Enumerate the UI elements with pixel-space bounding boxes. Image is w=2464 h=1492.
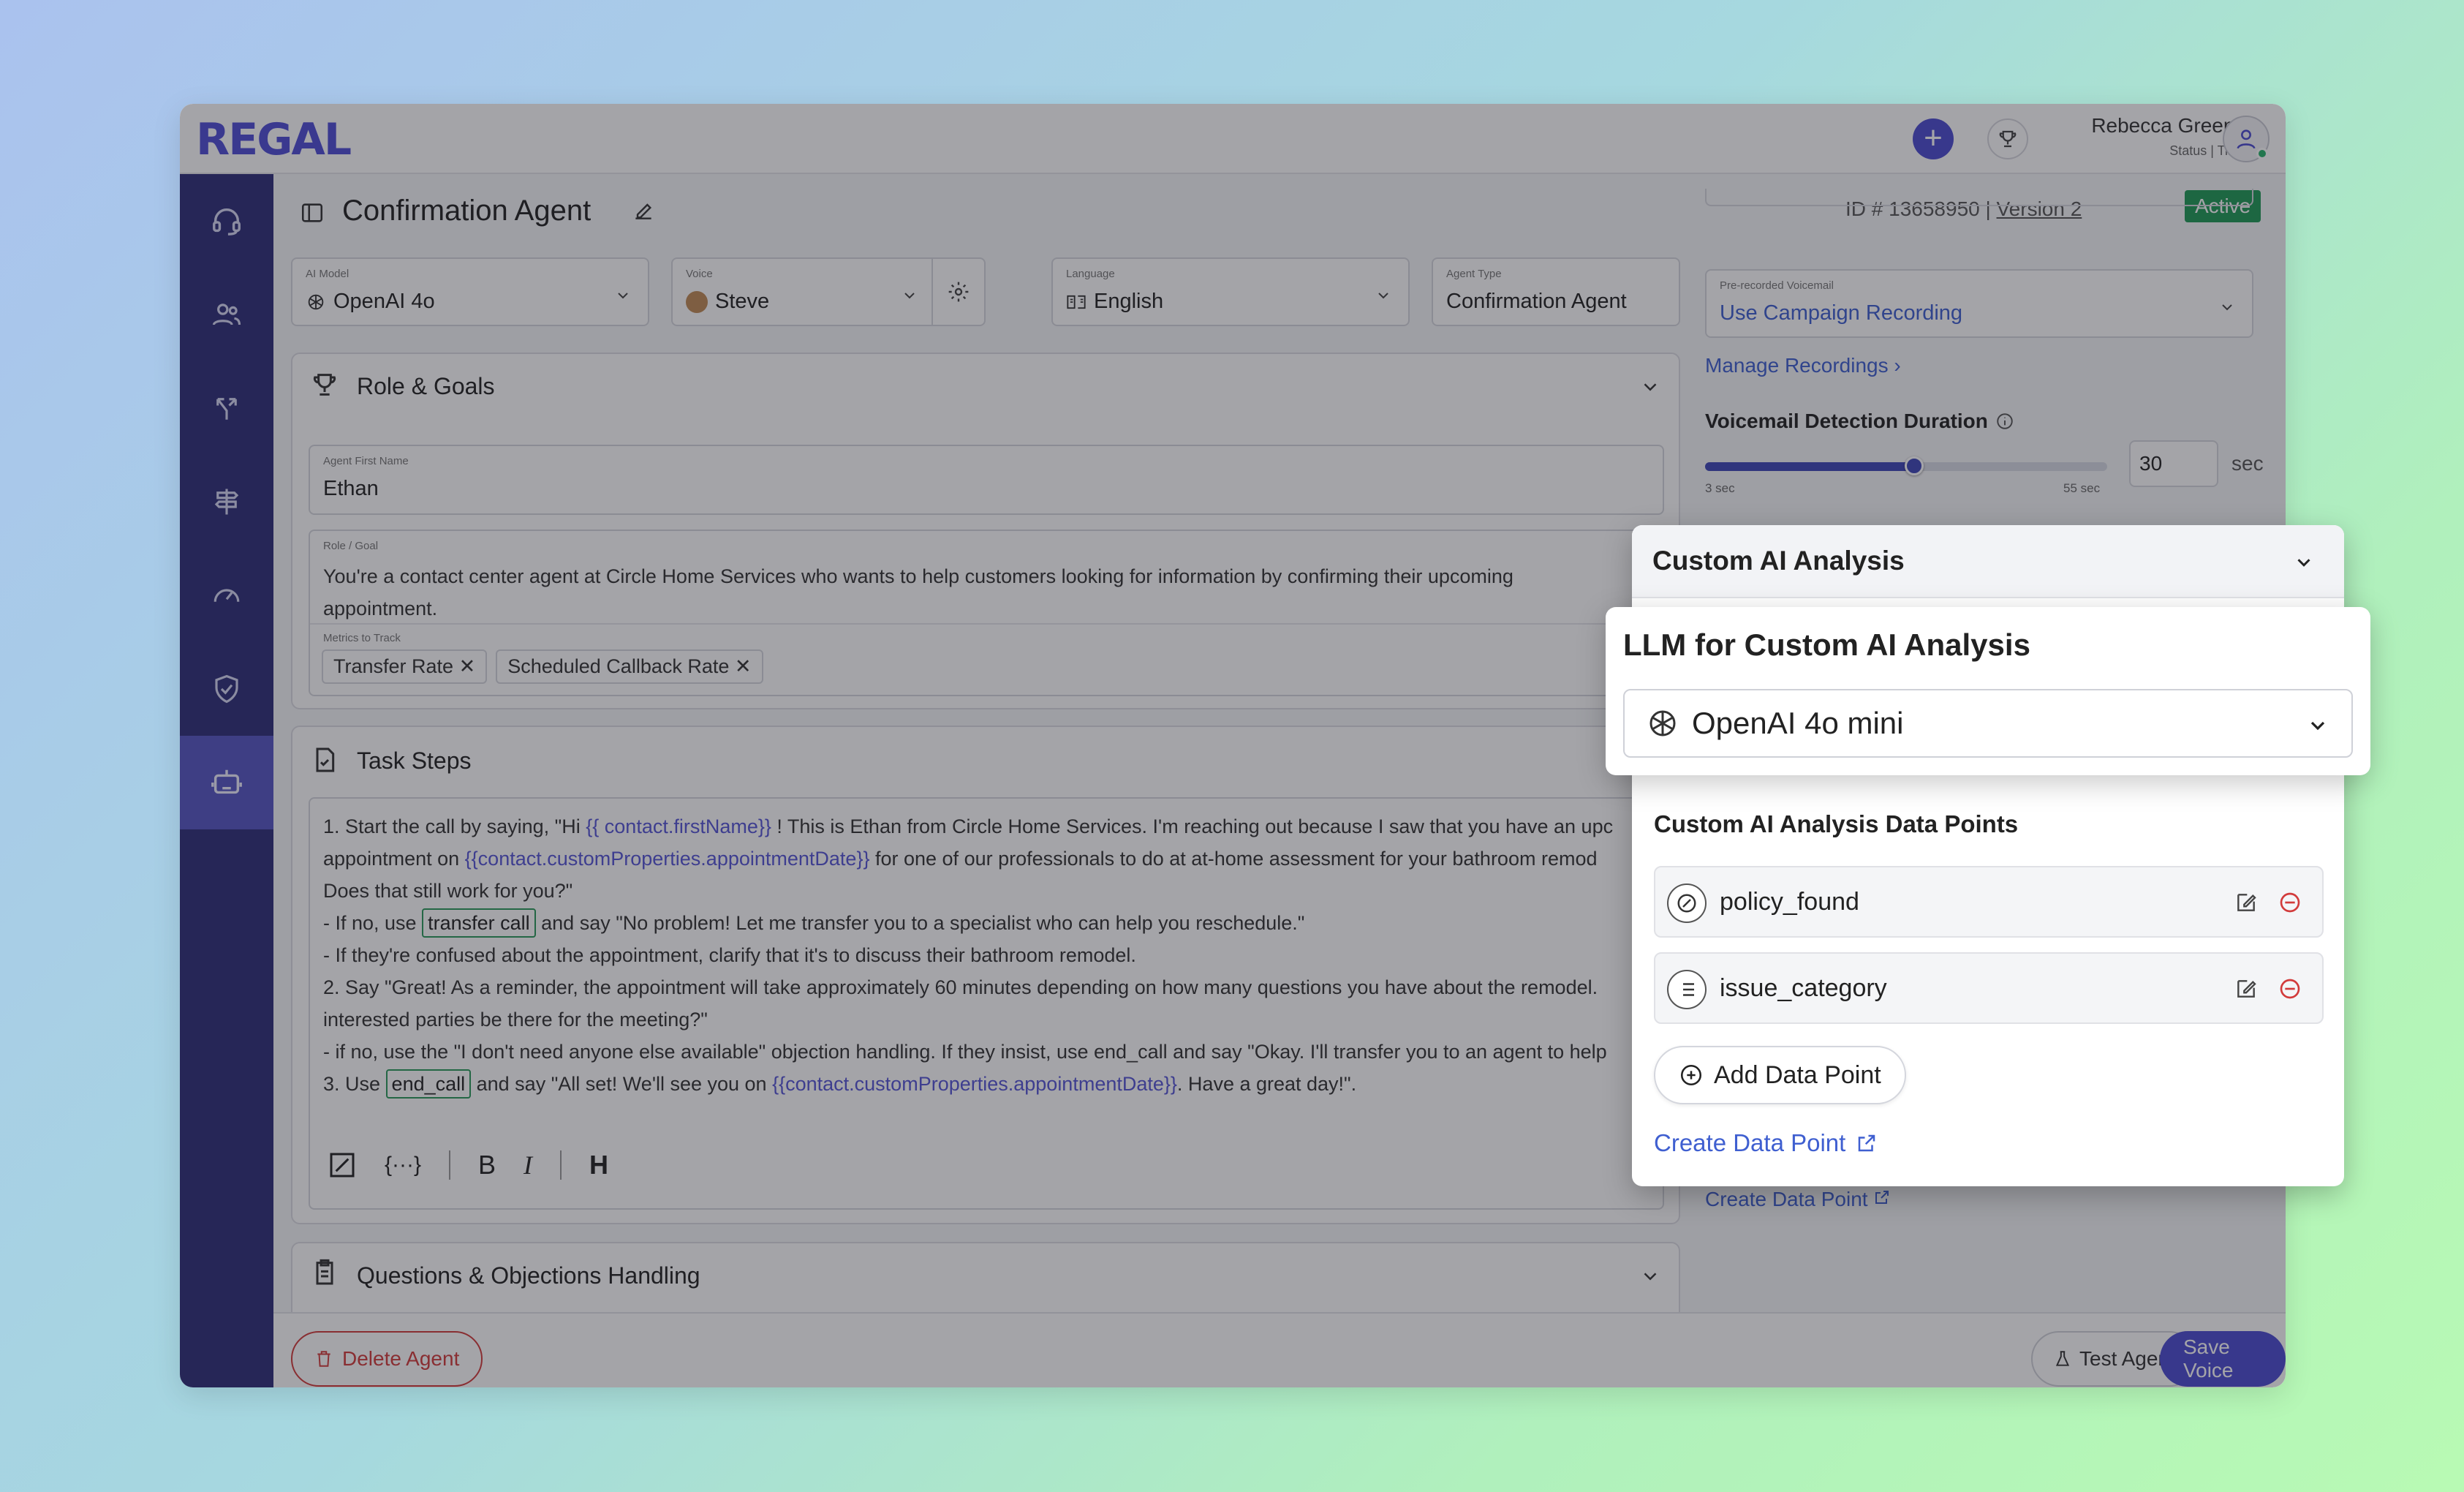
custom-ai-analysis-header[interactable]: Custom AI Analysis <box>1632 525 2344 598</box>
data-point-name: policy_found <box>1720 888 1859 916</box>
llm-title: LLM for Custom AI Analysis <box>1623 628 2030 662</box>
external-link-icon <box>1859 1134 1875 1152</box>
remove-icon[interactable] <box>2278 977 2302 1001</box>
data-point-name: issue_category <box>1720 974 1887 1002</box>
llm-select[interactable]: OpenAI 4o mini <box>1623 689 2353 758</box>
remove-icon[interactable] <box>2278 891 2302 914</box>
boolean-icon <box>1667 883 1707 923</box>
openai-icon <box>1649 710 1676 736</box>
add-data-point-label: Add Data Point <box>1714 1060 1881 1089</box>
llm-selector-card: LLM for Custom AI Analysis OpenAI 4o min… <box>1606 607 2370 775</box>
plus-circle-icon <box>1680 1064 1702 1086</box>
chevron-down-icon[interactable] <box>2293 551 2315 573</box>
create-data-point-link[interactable]: Create Data Point <box>1654 1129 1878 1157</box>
create-data-point-text: Create Data Point <box>1654 1129 1846 1156</box>
edit-icon[interactable] <box>2234 891 2258 914</box>
llm-value: OpenAI 4o mini <box>1692 706 1904 740</box>
add-data-point-button[interactable]: Add Data Point <box>1654 1046 1906 1104</box>
data-point-row: issue_category <box>1654 952 2324 1024</box>
data-points-title: Custom AI Analysis Data Points <box>1654 810 2019 837</box>
list-icon <box>1667 970 1707 1009</box>
edit-icon[interactable] <box>2234 977 2258 1001</box>
custom-ai-analysis-title: Custom AI Analysis <box>1652 546 1905 576</box>
chevron-down-icon <box>2310 721 2325 731</box>
data-point-row: policy_found <box>1654 866 2324 938</box>
